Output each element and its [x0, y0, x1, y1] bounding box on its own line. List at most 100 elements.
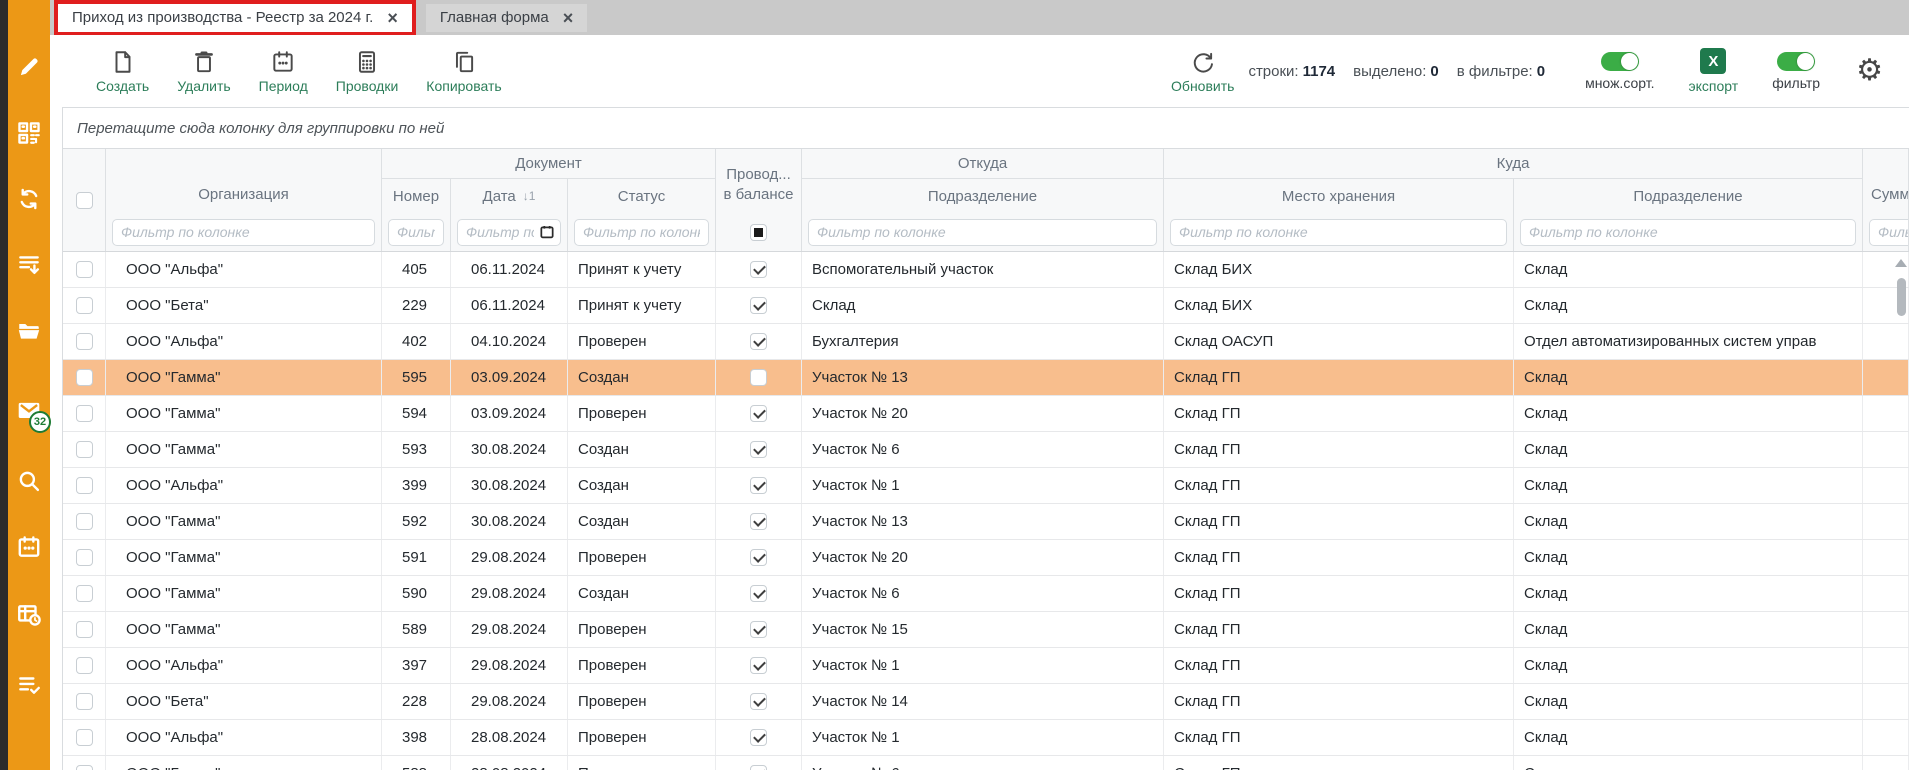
row-checkbox[interactable]: [76, 333, 93, 350]
group-by-bar[interactable]: Перетащите сюда колонку для группировки …: [63, 108, 1909, 149]
column-header-from-department[interactable]: Подразделение: [802, 179, 1164, 213]
table-row[interactable]: ООО "Гамма" 595 03.09.2024 Создан Участо…: [63, 360, 1909, 396]
posted-checkbox[interactable]: [750, 261, 767, 278]
posted-checkbox[interactable]: [750, 477, 767, 494]
table-row[interactable]: ООО "Гамма" 588 28.08.2024 Проверен Учас…: [63, 756, 1909, 770]
row-checkbox[interactable]: [76, 405, 93, 422]
row-checkbox[interactable]: [76, 369, 93, 386]
posted-checkbox[interactable]: [750, 729, 767, 746]
row-checkbox[interactable]: [76, 441, 93, 458]
table-row[interactable]: ООО "Альфа" 398 28.08.2024 Проверен Учас…: [63, 720, 1909, 756]
tab-prihod-iz-proizvodstva[interactable]: Приход из производства - Реестр за 2024 …: [58, 4, 412, 32]
pencil-icon[interactable]: [16, 54, 42, 80]
posted-checkbox[interactable]: [750, 693, 767, 710]
row-checkbox[interactable]: [76, 657, 93, 674]
posted-filter-checkbox[interactable]: [750, 224, 767, 241]
row-checkbox[interactable]: [76, 765, 93, 770]
row-checkbox[interactable]: [76, 621, 93, 638]
row-checkbox[interactable]: [76, 729, 93, 746]
date-filter-input[interactable]: [457, 219, 561, 246]
posted-checkbox[interactable]: [750, 657, 767, 674]
row-checkbox[interactable]: [76, 477, 93, 494]
column-header-number[interactable]: Номер: [382, 179, 451, 213]
posted-checkbox[interactable]: [750, 621, 767, 638]
table-clock-icon[interactable]: [16, 602, 42, 628]
postings-button[interactable]: Проводки: [336, 49, 399, 94]
row-checkbox[interactable]: [76, 585, 93, 602]
search-icon[interactable]: [16, 468, 42, 494]
qr-code-icon[interactable]: [16, 120, 42, 146]
export-button[interactable]: X экспорт: [1689, 48, 1739, 94]
scrollbar-thumb[interactable]: [1897, 278, 1906, 316]
table-row[interactable]: ООО "Альфа" 399 30.08.2024 Создан Участо…: [63, 468, 1909, 504]
from-department-filter-input[interactable]: [808, 219, 1157, 246]
storage-filter-input[interactable]: [1170, 219, 1507, 246]
refresh-button[interactable]: Обновить: [1171, 49, 1234, 94]
filter-toggle[interactable]: [1777, 52, 1815, 71]
create-button[interactable]: Создать: [96, 49, 149, 94]
row-checkbox[interactable]: [76, 693, 93, 710]
period-button[interactable]: Период: [259, 49, 308, 94]
table-row[interactable]: ООО "Альфа" 402 04.10.2024 Проверен Бухг…: [63, 324, 1909, 360]
scroll-up-icon[interactable]: [1895, 259, 1907, 267]
select-all-checkbox[interactable]: [76, 192, 93, 209]
table-row[interactable]: ООО "Гамма" 590 29.08.2024 Создан Участо…: [63, 576, 1909, 612]
sync-icon[interactable]: [16, 186, 42, 212]
table-row[interactable]: ООО "Гамма" 589 29.08.2024 Проверен Учас…: [63, 612, 1909, 648]
posted-checkbox[interactable]: [750, 333, 767, 350]
posted-checkbox[interactable]: [750, 549, 767, 566]
column-header-status[interactable]: Статус: [568, 179, 716, 213]
posted-checkbox[interactable]: [750, 765, 767, 770]
table-row[interactable]: ООО "Альфа" 405 06.11.2024 Принят к учет…: [63, 252, 1909, 288]
checklist-icon[interactable]: [16, 672, 42, 698]
posted-checkbox[interactable]: [750, 405, 767, 422]
export-list-icon[interactable]: [16, 252, 42, 278]
tab-bar: Приход из производства - Реестр за 2024 …: [50, 0, 1909, 35]
row-checkbox[interactable]: [76, 297, 93, 314]
posted-checkbox[interactable]: [750, 441, 767, 458]
column-header-posted[interactable]: Провод...в балансе: [716, 149, 802, 213]
table-row[interactable]: ООО "Бета" 228 29.08.2024 Проверен Участ…: [63, 684, 1909, 720]
mail-icon[interactable]: 32: [16, 398, 42, 424]
cell-posted: [716, 432, 802, 467]
multisort-toggle[interactable]: [1601, 52, 1639, 71]
cell-to-department: Склад: [1514, 396, 1863, 431]
organization-filter-input[interactable]: [112, 219, 375, 246]
column-header-date[interactable]: Дата ↓1: [451, 179, 568, 213]
copy-button[interactable]: Копировать: [426, 49, 501, 94]
status-filter-input[interactable]: [574, 219, 709, 246]
posted-checkbox[interactable]: [750, 369, 767, 386]
cell-from-department: Бухгалтерия: [802, 324, 1164, 359]
tab-close-icon[interactable]: ×: [387, 9, 398, 27]
posted-checkbox[interactable]: [750, 297, 767, 314]
row-checkbox[interactable]: [76, 261, 93, 278]
number-filter-input[interactable]: [388, 219, 444, 246]
table-row[interactable]: ООО "Гамма" 593 30.08.2024 Создан Участо…: [63, 432, 1909, 468]
tab-close-icon[interactable]: ×: [563, 9, 574, 27]
column-header-organization[interactable]: Организация: [106, 149, 382, 213]
column-header-to-department[interactable]: Подразделение: [1514, 179, 1863, 213]
row-select-cell: [63, 396, 106, 431]
table-row[interactable]: ООО "Бета" 229 06.11.2024 Принят к учету…: [63, 288, 1909, 324]
table-row[interactable]: ООО "Гамма" 594 03.09.2024 Проверен Учас…: [63, 396, 1909, 432]
column-header-storage[interactable]: Место хранения: [1164, 179, 1514, 213]
calendar-icon[interactable]: [16, 534, 42, 560]
folder-open-icon[interactable]: [16, 318, 42, 344]
vertical-scrollbar[interactable]: [1893, 252, 1909, 770]
table-row[interactable]: ООО "Гамма" 592 30.08.2024 Создан Участо…: [63, 504, 1909, 540]
gear-icon[interactable]: ⚙: [1856, 56, 1883, 86]
column-header-sum[interactable]: Сумма: [1863, 149, 1909, 213]
delete-button[interactable]: Удалить: [177, 49, 230, 94]
posted-checkbox[interactable]: [750, 513, 767, 530]
table-row[interactable]: ООО "Альфа" 397 29.08.2024 Проверен Учас…: [63, 648, 1909, 684]
tab-glavnaya-forma[interactable]: Главная форма ×: [426, 4, 587, 32]
table-row[interactable]: ООО "Гамма" 591 29.08.2024 Проверен Учас…: [63, 540, 1909, 576]
sum-filter-input[interactable]: [1869, 219, 1909, 246]
row-checkbox[interactable]: [76, 549, 93, 566]
posted-checkbox[interactable]: [750, 585, 767, 602]
row-checkbox[interactable]: [76, 513, 93, 530]
cell-to-department: Отдел автоматизированных систем управ: [1514, 324, 1863, 359]
cell-status: Создан: [568, 468, 716, 503]
to-department-filter-input[interactable]: [1520, 219, 1856, 246]
cell-status: Проверен: [568, 396, 716, 431]
